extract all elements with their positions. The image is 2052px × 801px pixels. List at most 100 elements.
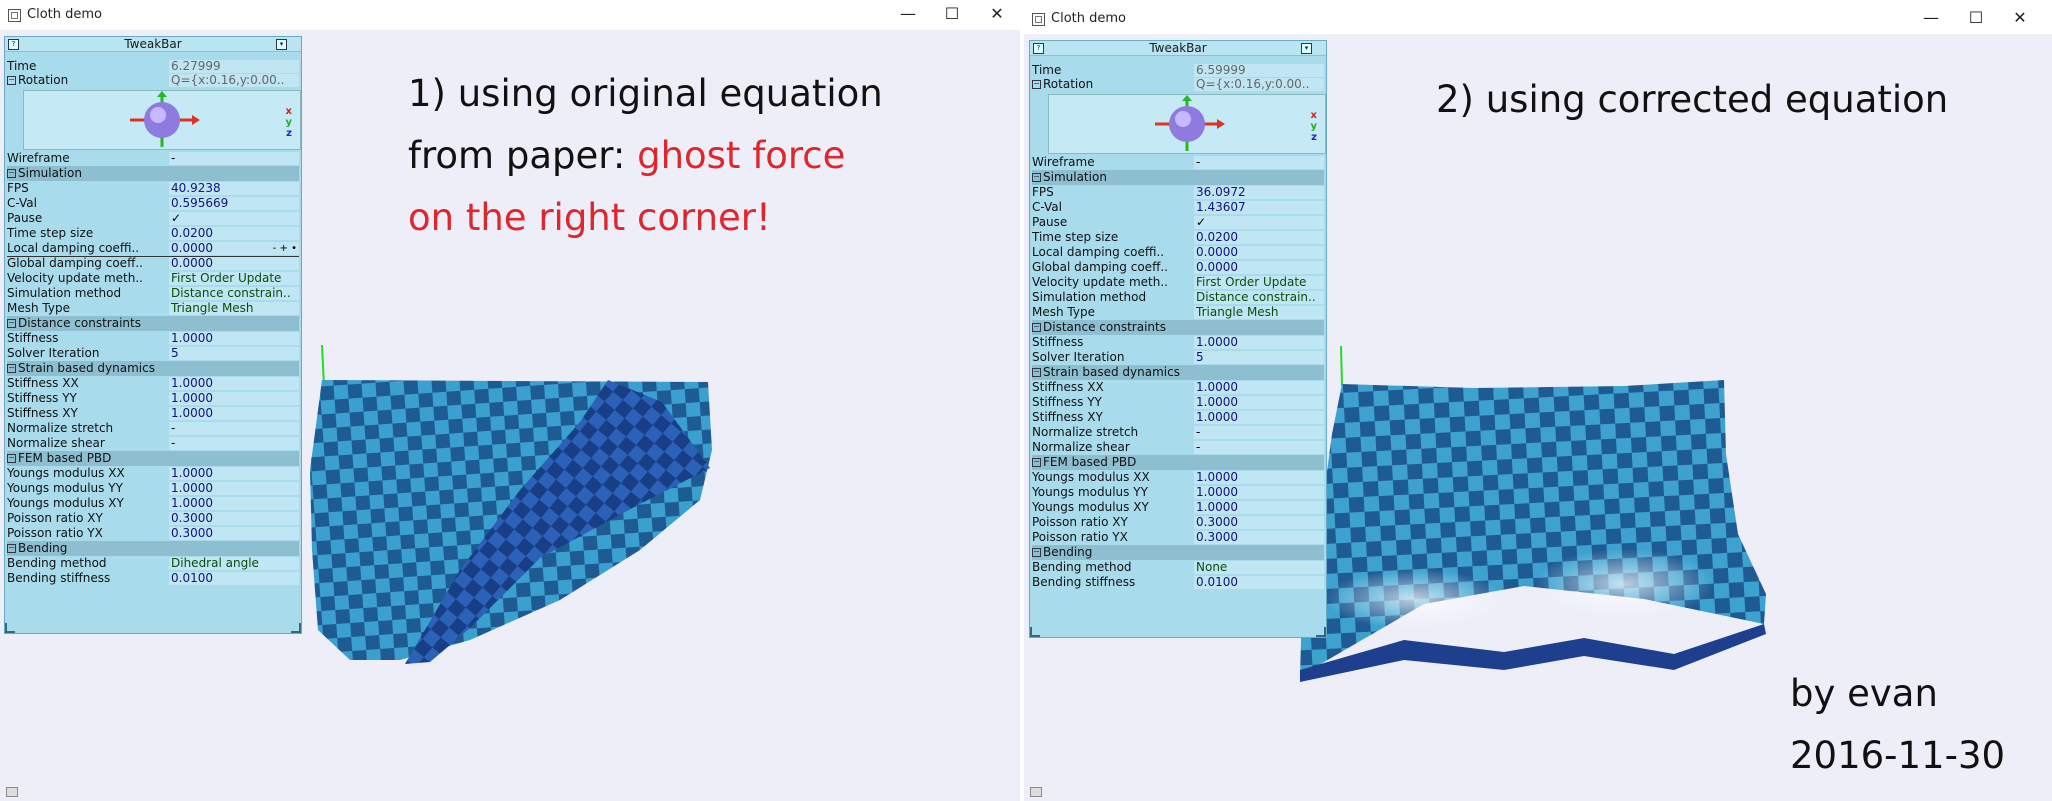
distance-group[interactable]: − Distance constraints (1032, 320, 1324, 335)
row-value[interactable]: 0.0100 (1194, 576, 1324, 589)
row-value[interactable]: - (169, 437, 299, 450)
local-damping-row[interactable]: Local damping coeffi.. 0.0000- + • (7, 241, 299, 257)
pause-row[interactable]: Pause ✓ (1032, 215, 1324, 230)
bending-group[interactable]: − Bending (1032, 545, 1324, 560)
rotation-widget[interactable]: x y z (1048, 94, 1326, 154)
wireframe-value[interactable]: - (1194, 156, 1324, 169)
bending-stiffness-row[interactable]: Bending stiffness 0.0100 (1032, 575, 1324, 590)
stiffness-row[interactable]: Stiffness 1.0000 (7, 331, 299, 346)
row-value[interactable]: 1.0000 (1194, 396, 1324, 409)
maximize-button[interactable]: ☐ (1963, 7, 1989, 29)
normalize-shear-row[interactable]: Normalize shear - (1032, 440, 1324, 455)
normalize-shear-row[interactable]: Normalize shear - (7, 436, 299, 451)
simulation-group[interactable]: − Simulation (1032, 170, 1324, 185)
global-damping-row[interactable]: Global damping coeff.. 0.0000 (7, 256, 299, 271)
row-value[interactable]: 5 (1194, 351, 1324, 364)
mesh-type-select[interactable]: Triangle Mesh (1194, 306, 1324, 319)
tweakbar-header[interactable]: ? TweakBar ▾ (5, 37, 301, 52)
render-viewport[interactable]: ? TweakBar ▾ Time 6.27999 − Rotation Q={x:0… (0, 30, 1020, 801)
youngs-yy-row[interactable]: Youngs modulus YY 1.0000 (1032, 485, 1324, 500)
poisson-yx-row[interactable]: Poisson ratio YX 0.3000 (1032, 530, 1324, 545)
title-bar[interactable]: Cloth demo — ☐ ✕ (1024, 4, 2052, 34)
youngs-xy-row[interactable]: Youngs modulus XY 1.0000 (7, 496, 299, 511)
size-grip-icon[interactable] (1030, 787, 1042, 797)
strain-group[interactable]: − Strain based dynamics (1032, 365, 1324, 380)
velocity-update-row[interactable]: Velocity update meth.. First Order Update (7, 271, 299, 286)
timestep-row[interactable]: Time step size 0.0200 (7, 226, 299, 241)
row-value[interactable]: - (1194, 426, 1324, 439)
youngs-yy-row[interactable]: Youngs modulus YY 1.0000 (7, 481, 299, 496)
row-value[interactable]: - (1194, 441, 1324, 454)
bending-method-select[interactable]: Dihedral angle (169, 557, 299, 570)
rotation-group[interactable]: − Rotation Q={x:0.16,y:0.00.. (1032, 77, 1324, 92)
simulation-method-row[interactable]: Simulation method Distance constrain.. (7, 286, 299, 301)
row-value[interactable]: 5 (169, 347, 299, 360)
row-value[interactable]: 1.0000 (169, 407, 299, 420)
row-value[interactable]: 0.3000 (169, 512, 299, 525)
row-value[interactable]: 1.0000 (1194, 501, 1324, 514)
wireframe-row[interactable]: Wireframe - (7, 151, 299, 166)
row-value[interactable]: 0.0000 (1194, 246, 1324, 259)
bending-method-row[interactable]: Bending method None (1032, 560, 1324, 575)
stiffness-yy-row[interactable]: Stiffness YY 1.0000 (1032, 395, 1324, 410)
distance-group[interactable]: − Distance constraints (7, 316, 299, 331)
row-value[interactable]: 0.3000 (1194, 516, 1324, 529)
tweakbar-resize-handle-br[interactable] (1316, 627, 1326, 637)
stiffness-xy-row[interactable]: Stiffness XY 1.0000 (1032, 410, 1324, 425)
poisson-yx-row[interactable]: Poisson ratio YX 0.3000 (7, 526, 299, 541)
stiffness-xx-row[interactable]: Stiffness XX 1.0000 (1032, 380, 1324, 395)
minimize-button[interactable]: — (895, 3, 921, 25)
row-value[interactable]: - (169, 422, 299, 435)
rotation-group[interactable]: − Rotation Q={x:0.16,y:0.00.. (7, 73, 299, 88)
row-value[interactable]: 0.0200 (1194, 231, 1324, 244)
tweakbar-resize-handle-br[interactable] (291, 623, 301, 633)
solver-iteration-row[interactable]: Solver Iteration 5 (1032, 350, 1324, 365)
tweakbar-help-icon[interactable]: ? (8, 39, 19, 50)
pause-row[interactable]: Pause ✓ (7, 211, 299, 226)
title-bar[interactable]: Cloth demo — ☐ ✕ (0, 0, 1020, 30)
size-grip-icon[interactable] (6, 787, 18, 797)
simulation-method-select[interactable]: Distance constrain.. (1194, 291, 1324, 304)
rotation-sphere-icon[interactable] (1147, 95, 1227, 153)
poisson-xy-row[interactable]: Poisson ratio XY 0.3000 (7, 511, 299, 526)
render-viewport[interactable]: ? TweakBar ▾ Time 6.59999 − Rotation Q={x:0… (1024, 34, 2052, 801)
tweakbar-panel[interactable]: ? TweakBar ▾ Time 6.27999 − Rotation Q={x:0… (4, 36, 302, 634)
bending-method-row[interactable]: Bending method Dihedral angle (7, 556, 299, 571)
simulation-method-select[interactable]: Distance constrain.. (169, 287, 299, 300)
row-value[interactable]: 0.3000 (1194, 531, 1324, 544)
row-value[interactable]: 0.0200 (169, 227, 299, 240)
row-value[interactable]: 0.0100 (169, 572, 299, 585)
stiffness-yy-row[interactable]: Stiffness YY 1.0000 (7, 391, 299, 406)
row-value[interactable]: 1.0000 (169, 392, 299, 405)
fem-group[interactable]: − FEM based PBD (1032, 455, 1324, 470)
solver-iteration-row[interactable]: Solver Iteration 5 (7, 346, 299, 361)
stiffness-xx-row[interactable]: Stiffness XX 1.0000 (7, 376, 299, 391)
row-value[interactable]: 1.0000 (169, 497, 299, 510)
tweakbar-minimize-icon[interactable]: ▾ (276, 39, 287, 50)
stiffness-xy-row[interactable]: Stiffness XY 1.0000 (7, 406, 299, 421)
local-damping-row[interactable]: Local damping coeffi.. 0.0000 (1032, 245, 1324, 260)
normalize-stretch-row[interactable]: Normalize stretch - (1032, 425, 1324, 440)
close-button[interactable]: ✕ (2007, 7, 2033, 29)
bending-method-select[interactable]: None (1194, 561, 1324, 574)
poisson-xy-row[interactable]: Poisson ratio XY 0.3000 (1032, 515, 1324, 530)
row-value[interactable]: 1.0000 (1194, 381, 1324, 394)
strain-group[interactable]: − Strain based dynamics (7, 361, 299, 376)
global-damping-row[interactable]: Global damping coeff.. 0.0000 (1032, 260, 1324, 275)
normalize-stretch-row[interactable]: Normalize stretch - (7, 421, 299, 436)
youngs-xy-row[interactable]: Youngs modulus XY 1.0000 (1032, 500, 1324, 515)
velocity-update-select[interactable]: First Order Update (1194, 276, 1324, 289)
row-value[interactable]: 1.0000 (169, 332, 299, 345)
pause-checkbox[interactable]: ✓ (169, 212, 299, 225)
tweakbar-minimize-icon[interactable]: ▾ (1301, 43, 1312, 54)
tweakbar-resize-handle-bl[interactable] (1030, 627, 1040, 637)
row-value[interactable]: 0.0000 (169, 257, 299, 270)
stiffness-row[interactable]: Stiffness 1.0000 (1032, 335, 1324, 350)
youngs-xx-row[interactable]: Youngs modulus XX 1.0000 (1032, 470, 1324, 485)
mesh-type-row[interactable]: Mesh Type Triangle Mesh (1032, 305, 1324, 320)
row-value[interactable]: 0.3000 (169, 527, 299, 540)
row-value[interactable]: 1.0000 (1194, 336, 1324, 349)
fem-group[interactable]: − FEM based PBD (7, 451, 299, 466)
timestep-row[interactable]: Time step size 0.0200 (1032, 230, 1324, 245)
row-value[interactable]: 0.0000 (1194, 261, 1324, 274)
